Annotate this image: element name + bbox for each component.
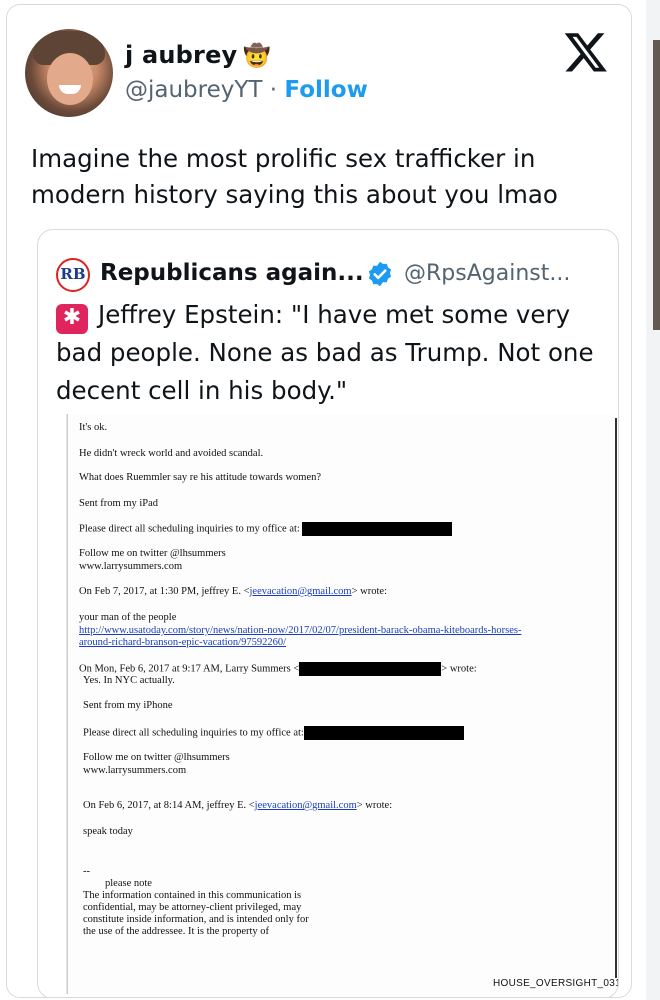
page-edge-shadow — [653, 40, 660, 330]
email-link[interactable]: jeevacation@gmail.com — [255, 800, 357, 811]
doc-line: your man of the people — [79, 612, 177, 623]
doc-line: www.larrysummers.com — [83, 765, 187, 776]
doc-line: speak today — [83, 826, 133, 837]
doc-line: Please direct all scheduling inquiries t… — [79, 522, 453, 536]
author-handle-row: @jaubreyYT · Follow — [125, 77, 368, 103]
doc-line: www.larrysummers.com — [79, 561, 183, 572]
doc-line: He didn't wreck world and avoided scanda… — [79, 448, 264, 459]
quoted-avatar[interactable]: RB — [56, 258, 90, 292]
doc-line: The information contained in this commun… — [83, 890, 302, 901]
doc-line: On Mon, Feb 6, 2017 at 9:17 AM, Larry Su… — [79, 662, 477, 676]
article-link[interactable]: http://www.usatoday.com/story/news/natio… — [79, 625, 521, 636]
doc-left-border — [67, 414, 68, 994]
doc-line: constitute inside information, and is in… — [83, 914, 309, 925]
tweet-text: Imagine the most prolific sex trafficker… — [31, 144, 558, 209]
doc-line-text: > wrote: — [356, 800, 393, 811]
article-link[interactable]: around-richard-branson-epic-vacation/975… — [79, 637, 286, 648]
doc-line: Follow me on twitter @lhsummers — [79, 548, 226, 559]
x-logo-icon[interactable] — [563, 29, 609, 75]
email-link[interactable]: jeevacation@gmail.com — [250, 586, 352, 597]
doc-line-text: On Mon, Feb 6, 2017 at 9:17 AM, Larry Su… — [79, 663, 300, 675]
doc-line-text: Please direct all scheduling inquiries t… — [79, 523, 300, 535]
doc-line: Please direct all scheduling inquiries t… — [83, 726, 464, 740]
doc-line: Yes. In NYC actually. — [83, 675, 175, 686]
author-handle[interactable]: @jaubreyYT — [125, 77, 262, 103]
doc-line-text: On Feb 6, 2017, at 8:14 AM, jeffrey E. < — [83, 800, 255, 811]
avatar-face — [47, 53, 93, 105]
follow-button[interactable]: Follow — [284, 77, 367, 103]
quoted-author-handle[interactable]: @RpsAgainst... — [404, 261, 570, 286]
doc-line: Sent from my iPad — [79, 498, 159, 509]
quoted-tweet-text: Jeffrey Epstein: "I have met some very b… — [56, 300, 594, 405]
doc-line: -- — [83, 866, 90, 877]
doc-line: Follow me on twitter @lhsummers — [83, 752, 230, 763]
attached-document-image[interactable]: It's ok. He didn't wreck world and avoid… — [66, 414, 618, 994]
redaction-block — [303, 726, 464, 740]
doc-line-text: On Feb 7, 2017, at 1:30 PM, jeffrey E. < — [79, 586, 250, 597]
quoted-avatar-logo: RB — [60, 265, 86, 283]
doc-line-text: > wrote: — [441, 663, 477, 675]
author-avatar[interactable] — [25, 29, 113, 117]
doc-line: What does Ruemmler say re his attitude t… — [79, 472, 322, 483]
author-name-text: j aubrey — [125, 41, 238, 69]
doc-line: the use of the addressee. It is the prop… — [83, 926, 270, 937]
doc-line: On Feb 7, 2017, at 1:30 PM, jeffrey E. <… — [79, 586, 387, 597]
doc-line: It's ok. — [79, 422, 108, 433]
author-name[interactable]: j aubrey 🤠 — [125, 41, 271, 69]
doc-line: Sent from my iPhone — [83, 700, 173, 711]
redaction-block — [299, 662, 442, 676]
tweet-card[interactable]: j aubrey 🤠 @jaubreyYT · Follow Imagine th… — [6, 4, 632, 998]
doc-line: confidential, may be attorney-client pri… — [83, 902, 302, 913]
quoted-author-name[interactable]: Republicans again... — [100, 260, 364, 286]
cowboy-emoji-icon: 🤠 — [243, 44, 271, 69]
verified-badge-icon — [368, 261, 392, 287]
redaction-block — [302, 522, 453, 536]
quoted-tweet[interactable]: RB Republicans again... @RpsAgainst... ✱… — [37, 229, 619, 997]
doc-line-text: Please direct all scheduling inquiries t… — [83, 727, 304, 739]
doc-line: please note — [105, 878, 152, 889]
separator-dot: · — [269, 77, 278, 103]
doc-right-border — [615, 418, 617, 978]
bates-stamp: HOUSE_OVERSIGHT_031659 — [493, 978, 618, 989]
doc-line: On Feb 6, 2017, at 8:14 AM, jeffrey E. <… — [83, 800, 392, 811]
doc-line-text: > wrote: — [351, 586, 387, 597]
